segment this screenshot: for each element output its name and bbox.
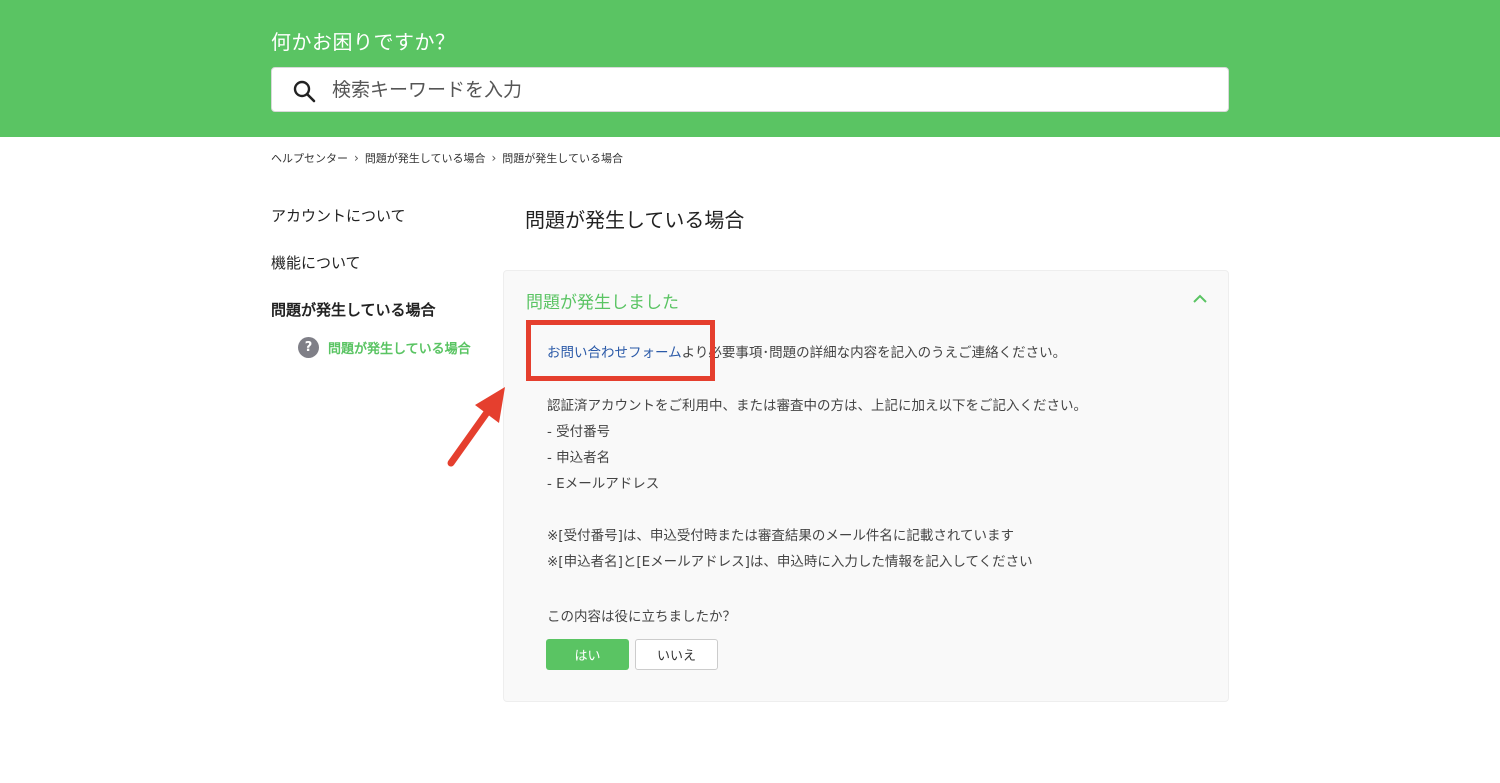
sidebar-item-problems[interactable]: 問題が発生している場合 [271,299,436,320]
intro-text: より必要事項･問題の詳細な内容を記入のうえご連絡ください。 [681,345,1067,361]
breadcrumb-item-current[interactable]: 問題が発生している場合 [502,150,623,166]
breadcrumb-item-category[interactable]: 問題が発生している場合 [365,150,486,166]
note-line: ※[受付番号]は、申込受付時または審査結果のメール件名に記載されています [547,528,1014,544]
sidebar-subitem-label: 問題が発生している場合 [328,342,471,357]
page-title: 問題が発生している場合 [525,208,745,232]
note-line: ※[申込者名]と[Eメールアドレス]は、申込時に入力した情報を記入してください [547,554,1033,570]
sidebar-item-account[interactable]: アカウントについて [271,205,406,226]
chevron-right-icon: › [354,151,359,165]
feedback-yes-button[interactable]: はい [546,639,629,670]
question-circle-icon: ? [298,337,319,358]
list-item: - 申込者名 [547,450,611,466]
intro-paragraph: お問い合わせフォームより必要事項･問題の詳細な内容を記入のうえご連絡ください。 [547,341,1066,361]
article-title[interactable]: 問題が発生しました [526,288,679,313]
sidebar-item-features[interactable]: 機能について [271,252,361,273]
feedback-question: この内容は役に立ちましたか？ [547,609,736,625]
header-banner: 何かお困りですか？ [0,0,1500,137]
search-icon[interactable] [292,79,316,103]
list-item: - Eメールアドレス [547,476,660,492]
contact-form-link[interactable]: お問い合わせフォーム [547,345,682,361]
breadcrumb: ヘルプセンター › 問題が発生している場合 › 問題が発生している場合 [271,150,623,166]
article-card: 問題が発生しました お問い合わせフォームより必要事項･問題の詳細な内容を記入のう… [503,270,1229,702]
feedback-no-button[interactable]: いいえ [635,639,718,670]
sidebar-subitem-problems[interactable]: ? 問題が発生している場合 [298,337,471,358]
chevron-right-icon: › [491,151,497,165]
search-input[interactable] [332,74,1212,106]
header-title: 何かお困りですか？ [271,30,456,54]
annotation-arrow-icon [447,387,505,467]
list-item: - 受付番号 [547,424,611,440]
verified-note: 認証済アカウントをご利用中、または審査中の方は、上記に加え以下をご記入ください。 [547,398,1087,414]
search-box[interactable] [271,67,1229,112]
chevron-up-icon[interactable] [1192,291,1208,307]
breadcrumb-item-home[interactable]: ヘルプセンター [271,150,348,166]
